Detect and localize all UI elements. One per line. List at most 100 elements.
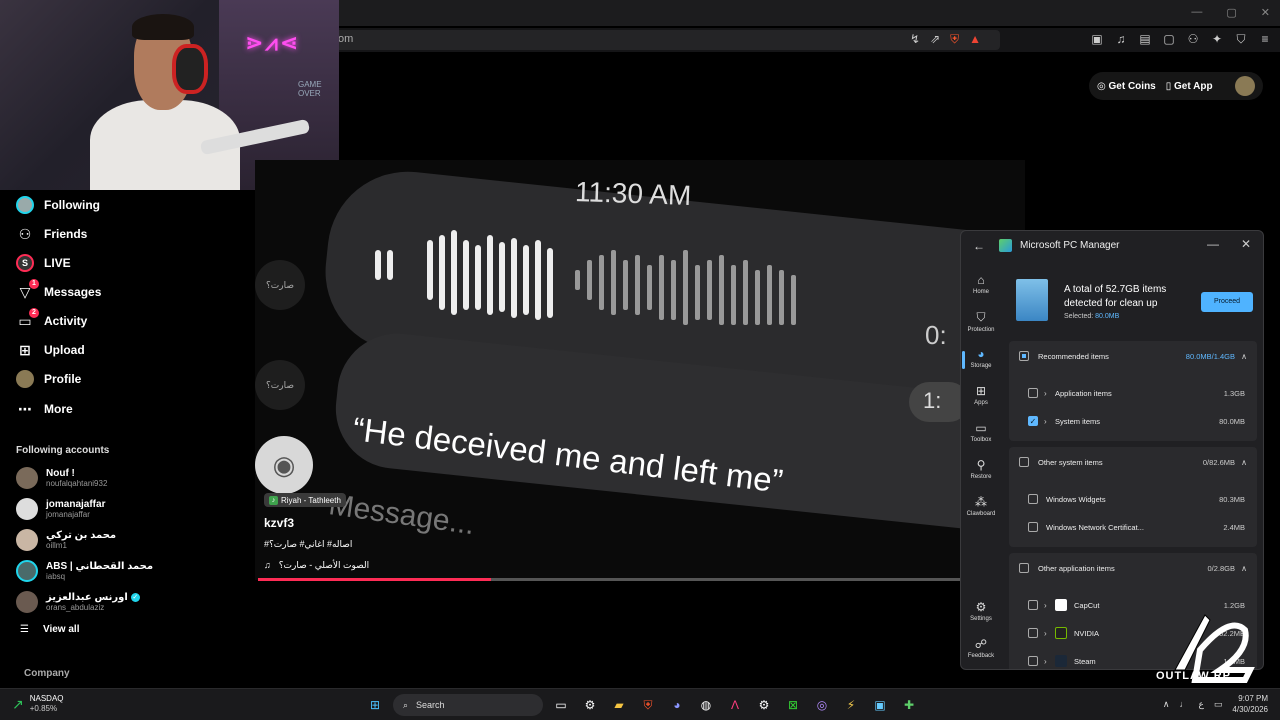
chevron-up-icon[interactable]: ∧: [1163, 699, 1170, 710]
pcm-nav-apps[interactable]: ⊞ Apps: [961, 384, 1001, 406]
sidebar-item-friends[interactable]: ⚇ Friends: [16, 222, 88, 246]
stock-widget[interactable]: ↗ NASDAQ +0.85%: [12, 694, 64, 714]
list-item[interactable]: Windows Widgets 80.3MB: [1009, 485, 1257, 513]
xbox-icon[interactable]: ⊠: [782, 694, 804, 716]
list-item[interactable]: › Application items 1.3GB: [1009, 379, 1257, 407]
pcm-nav-restore[interactable]: ⚲ Restore: [961, 458, 1001, 480]
microphone-icon[interactable]: ♩: [1180, 699, 1189, 709]
chevron-up-icon[interactable]: ∧: [1241, 352, 1247, 361]
network-icon[interactable]: ▭: [1214, 699, 1223, 710]
item-checkbox[interactable]: [1028, 388, 1038, 398]
vpn-icon[interactable]: ⛉: [1234, 32, 1248, 47]
clock-date: 4/30/2026: [1232, 705, 1268, 714]
following-account[interactable]: محمد بن تركي oillm1: [16, 526, 116, 554]
address-bar[interactable]: om: [330, 30, 1000, 50]
file-explorer-icon[interactable]: ▰: [608, 694, 630, 716]
app-yellow-icon[interactable]: ⚡: [840, 694, 862, 716]
get-coins-button[interactable]: ◎ Get Coins: [1097, 81, 1156, 92]
view-all-button[interactable]: ☰ View all: [20, 624, 79, 635]
pcm-nav-feedback[interactable]: ☍ Feedback: [961, 637, 1001, 659]
video-hashtags[interactable]: #اصاله# اغاني# صارت؟: [264, 539, 352, 550]
avatar[interactable]: [1235, 76, 1255, 96]
sidebar-item-live[interactable]: S LIVE: [16, 251, 71, 275]
discord-icon[interactable]: ◕: [666, 694, 688, 716]
list-item[interactable]: Windows Network Certificat... 2.4MB: [1009, 513, 1257, 541]
windows-start-icon[interactable]: ⊞: [364, 694, 386, 716]
minimize-icon[interactable]: —: [1191, 6, 1202, 19]
close-icon[interactable]: ✕: [1261, 6, 1270, 19]
video-author[interactable]: kzvf3: [264, 516, 294, 530]
pcm-nav-toolbox[interactable]: ▭ Toolbox: [961, 421, 1001, 443]
chevron-right-icon[interactable]: ›: [1044, 629, 1047, 638]
music-icon[interactable]: ♫: [1114, 32, 1128, 47]
sidebar-item-profile[interactable]: Profile: [16, 367, 81, 391]
share-icon[interactable]: ⇗: [930, 32, 940, 47]
following-account[interactable]: jomanajaffar jomanajaffar: [16, 495, 105, 523]
minimize-icon[interactable]: —: [1207, 237, 1219, 251]
sidebar-item-messages[interactable]: ▽ 1 Messages: [16, 279, 101, 304]
chevron-right-icon[interactable]: ›: [1044, 389, 1047, 398]
brave-rewards-icon[interactable]: ▲: [969, 32, 981, 47]
settings-icon[interactable]: ⚙: [579, 694, 601, 716]
proceed-button[interactable]: Proceed: [1201, 292, 1253, 312]
pcm-nav-clawboard[interactable]: ⁂ Clawboard: [961, 495, 1001, 517]
sidebar-panel-icon[interactable]: ▣: [1090, 32, 1104, 47]
chevron-up-icon[interactable]: ∧: [1241, 458, 1247, 467]
list-item[interactable]: ✓ › System items 80.0MB: [1009, 407, 1257, 435]
extensions-icon[interactable]: ⚇: [1186, 32, 1200, 47]
ai-icon[interactable]: ✦: [1210, 32, 1224, 47]
sidebar-item-upload[interactable]: ⊞ Upload: [16, 338, 85, 362]
item-checkbox[interactable]: [1028, 600, 1038, 610]
video-sound[interactable]: ♫ الصوت الأصلي - صارت؟: [264, 560, 369, 571]
menu-icon[interactable]: ≡: [1258, 32, 1272, 47]
app-circle-icon[interactable]: ◎: [811, 694, 833, 716]
brave-browser-icon[interactable]: ⛨: [637, 694, 659, 716]
pcm-nav-storage[interactable]: ◕ Storage: [961, 347, 1001, 369]
maximize-icon[interactable]: ▢: [1226, 6, 1236, 19]
music-tag[interactable]: ♪ Riyah - Tathleeth: [264, 493, 346, 507]
app-a-icon[interactable]: Λ: [724, 694, 746, 716]
no-translate-icon[interactable]: ↯: [910, 32, 920, 47]
task-view-icon[interactable]: ▭: [550, 694, 572, 716]
recommended-checkbox[interactable]: [1019, 351, 1029, 361]
sidebar-item-activity[interactable]: ▭ 2 Activity: [16, 308, 87, 333]
chevron-right-icon[interactable]: ›: [1044, 657, 1047, 666]
other-application-items-header[interactable]: Other application items 0/2.8GB ∧: [1009, 554, 1257, 582]
chevron-right-icon[interactable]: ›: [1044, 417, 1047, 426]
get-app-button[interactable]: ▯ Get App: [1166, 81, 1213, 92]
close-icon[interactable]: ✕: [1241, 237, 1251, 251]
pcm-nav-home[interactable]: ⌂ Home: [961, 273, 1001, 295]
item-checkbox[interactable]: [1028, 628, 1038, 638]
obs-icon[interactable]: ◍: [695, 694, 717, 716]
video-progress-bar[interactable]: [258, 578, 963, 581]
chevron-up-icon[interactable]: ∧: [1241, 564, 1247, 573]
following-account[interactable]: اورنس عبدالعزيز ✓ orans_abdulaziz: [16, 588, 140, 616]
item-checkbox[interactable]: [1028, 522, 1038, 532]
taskbar-clock[interactable]: 9:07 PM 4/30/2026: [1232, 693, 1268, 715]
brave-shield-icon[interactable]: ⛨: [950, 32, 959, 47]
video-player[interactable]: 11:30 AM 0: 1: “He deceived me and left …: [255, 160, 1025, 580]
pcm-nav-settings[interactable]: ⚙ Settings: [961, 600, 1001, 622]
company-link[interactable]: Company: [24, 668, 70, 679]
item-checkbox[interactable]: [1028, 656, 1038, 666]
taskbar-search[interactable]: ⌕ Search: [393, 694, 543, 716]
sidebar-item-following[interactable]: Following: [16, 193, 100, 217]
wallet-icon[interactable]: ▢: [1162, 32, 1176, 47]
reader-icon[interactable]: ▤: [1138, 32, 1152, 47]
back-arrow-icon[interactable]: ←: [973, 239, 985, 253]
item-checkbox[interactable]: ✓: [1028, 416, 1038, 426]
steam-icon[interactable]: ⚙: [753, 694, 775, 716]
following-account[interactable]: ABS | محمد القحطاني iabsq: [16, 557, 153, 585]
item-checkbox[interactable]: [1028, 494, 1038, 504]
following-account[interactable]: Nouf ! noufalqahtani932: [16, 464, 107, 492]
recommended-items-header[interactable]: Recommended items 80.0MB/1.4GB ∧: [1009, 342, 1257, 370]
language-indicator[interactable]: ع: [1199, 699, 1204, 710]
app-window-icon[interactable]: ▣: [869, 694, 891, 716]
pc-manager-taskbar-icon[interactable]: ✚: [898, 694, 920, 716]
other-system-checkbox[interactable]: [1019, 457, 1029, 467]
sidebar-item-more[interactable]: ⋯ More: [16, 397, 73, 421]
chevron-right-icon[interactable]: ›: [1044, 601, 1047, 610]
pcm-nav-protection[interactable]: ⛉ Protection: [961, 310, 1001, 333]
other-app-checkbox[interactable]: [1019, 563, 1029, 573]
other-system-items-header[interactable]: Other system items 0/82.6MB ∧: [1009, 448, 1257, 476]
